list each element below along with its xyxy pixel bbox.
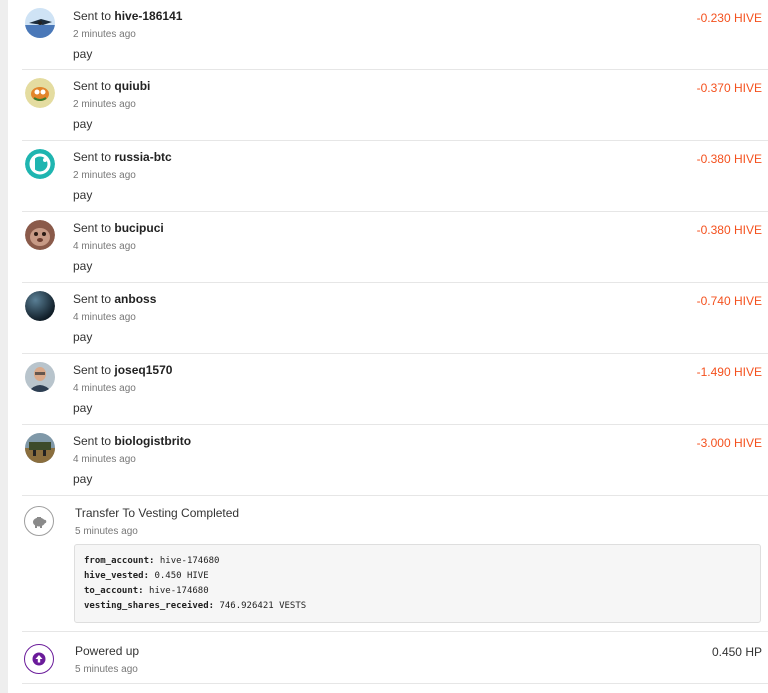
amount: -1.490 HIVE: [696, 365, 762, 379]
avatar[interactable]: [25, 362, 55, 392]
transfer-label: Sent to: [73, 221, 112, 235]
timestamp: 5 minutes ago: [75, 664, 138, 675]
amount: -0.380 HIVE: [696, 223, 762, 237]
timestamp: 2 minutes ago: [73, 99, 136, 110]
list-item: Sent to anboss 4 minutes ago pay -0.740 …: [22, 283, 768, 354]
recipient-link[interactable]: joseq1570: [114, 363, 172, 377]
memo: pay: [73, 401, 93, 415]
memo: pay: [73, 472, 93, 486]
timestamp: 2 minutes ago: [73, 29, 136, 40]
detail-row: vesting_shares_received: 746.926421 VEST…: [84, 601, 307, 611]
amount: -0.230 HIVE: [696, 11, 762, 25]
vesting-item: Transfer To Vesting Completed 5 minutes …: [22, 496, 768, 632]
list-item: Sent to biologistbrito 4 minutes ago pay…: [22, 425, 768, 496]
memo: pay: [73, 330, 93, 344]
list-item: Sent to quiubi 2 minutes ago pay -0.370 …: [22, 70, 768, 141]
avatar[interactable]: [25, 220, 55, 250]
list-item: Sent to bucipuci 4 minutes ago pay -0.38…: [22, 212, 768, 283]
recipient-link[interactable]: biologistbrito: [114, 434, 191, 448]
avatar[interactable]: [25, 8, 55, 38]
recipient-link[interactable]: hive-186141: [114, 9, 182, 23]
timestamp: 4 minutes ago: [73, 241, 136, 252]
transfer-label: Sent to: [73, 79, 112, 93]
memo: pay: [73, 117, 93, 131]
avatar[interactable]: [25, 433, 55, 463]
timestamp: 4 minutes ago: [73, 454, 136, 465]
recipient-link[interactable]: russia-btc: [114, 150, 171, 164]
amount: -0.380 HIVE: [696, 152, 762, 166]
recipient-link[interactable]: anboss: [114, 292, 156, 306]
recipient-link[interactable]: quiubi: [114, 79, 150, 93]
recipient-link[interactable]: bucipuci: [114, 221, 163, 235]
transfer-label: Sent to: [73, 292, 112, 306]
activity-list: Sent to hive-186141 2 minutes ago pay -0…: [22, 0, 768, 684]
avatar[interactable]: [25, 78, 55, 108]
detail-row: to_account: hive-174680: [84, 586, 209, 596]
arrow-up-icon: [24, 644, 54, 674]
timestamp: 5 minutes ago: [75, 526, 138, 537]
timestamp: 4 minutes ago: [73, 383, 136, 394]
list-item: Sent to hive-186141 2 minutes ago pay -0…: [22, 0, 768, 70]
transfer-label: Sent to: [73, 150, 112, 164]
list-item: Sent to joseq1570 4 minutes ago pay -1.4…: [22, 354, 768, 425]
detail-row: from_account: hive-174680: [84, 556, 220, 566]
vesting-title: Transfer To Vesting Completed: [75, 506, 240, 520]
list-item: Sent to russia-btc 2 minutes ago pay -0.…: [22, 141, 768, 212]
detail-row: hive_vested: 0.450 HIVE: [84, 571, 209, 581]
avatar[interactable]: [25, 149, 55, 179]
piggy-bank-icon: [24, 506, 54, 536]
amount: -3.000 HIVE: [696, 436, 762, 450]
power-up-item: Powered up 5 minutes ago 0.450 HP: [22, 632, 768, 684]
transfer-label: Sent to: [73, 434, 112, 448]
timestamp: 2 minutes ago: [73, 170, 136, 181]
power-up-title: Powered up: [75, 644, 140, 658]
amount: -0.370 HIVE: [696, 81, 762, 95]
amount: -0.740 HIVE: [696, 294, 762, 308]
transfer-label: Sent to: [73, 9, 112, 23]
memo: pay: [73, 47, 93, 61]
left-rail: [0, 0, 8, 693]
avatar[interactable]: [25, 291, 55, 321]
memo: pay: [73, 259, 93, 273]
memo: pay: [73, 188, 93, 202]
timestamp: 4 minutes ago: [73, 312, 136, 323]
transfer-label: Sent to: [73, 363, 112, 377]
operation-details: from_account: hive-174680 hive_vested: 0…: [74, 544, 761, 623]
amount: 0.450 HP: [711, 645, 762, 659]
